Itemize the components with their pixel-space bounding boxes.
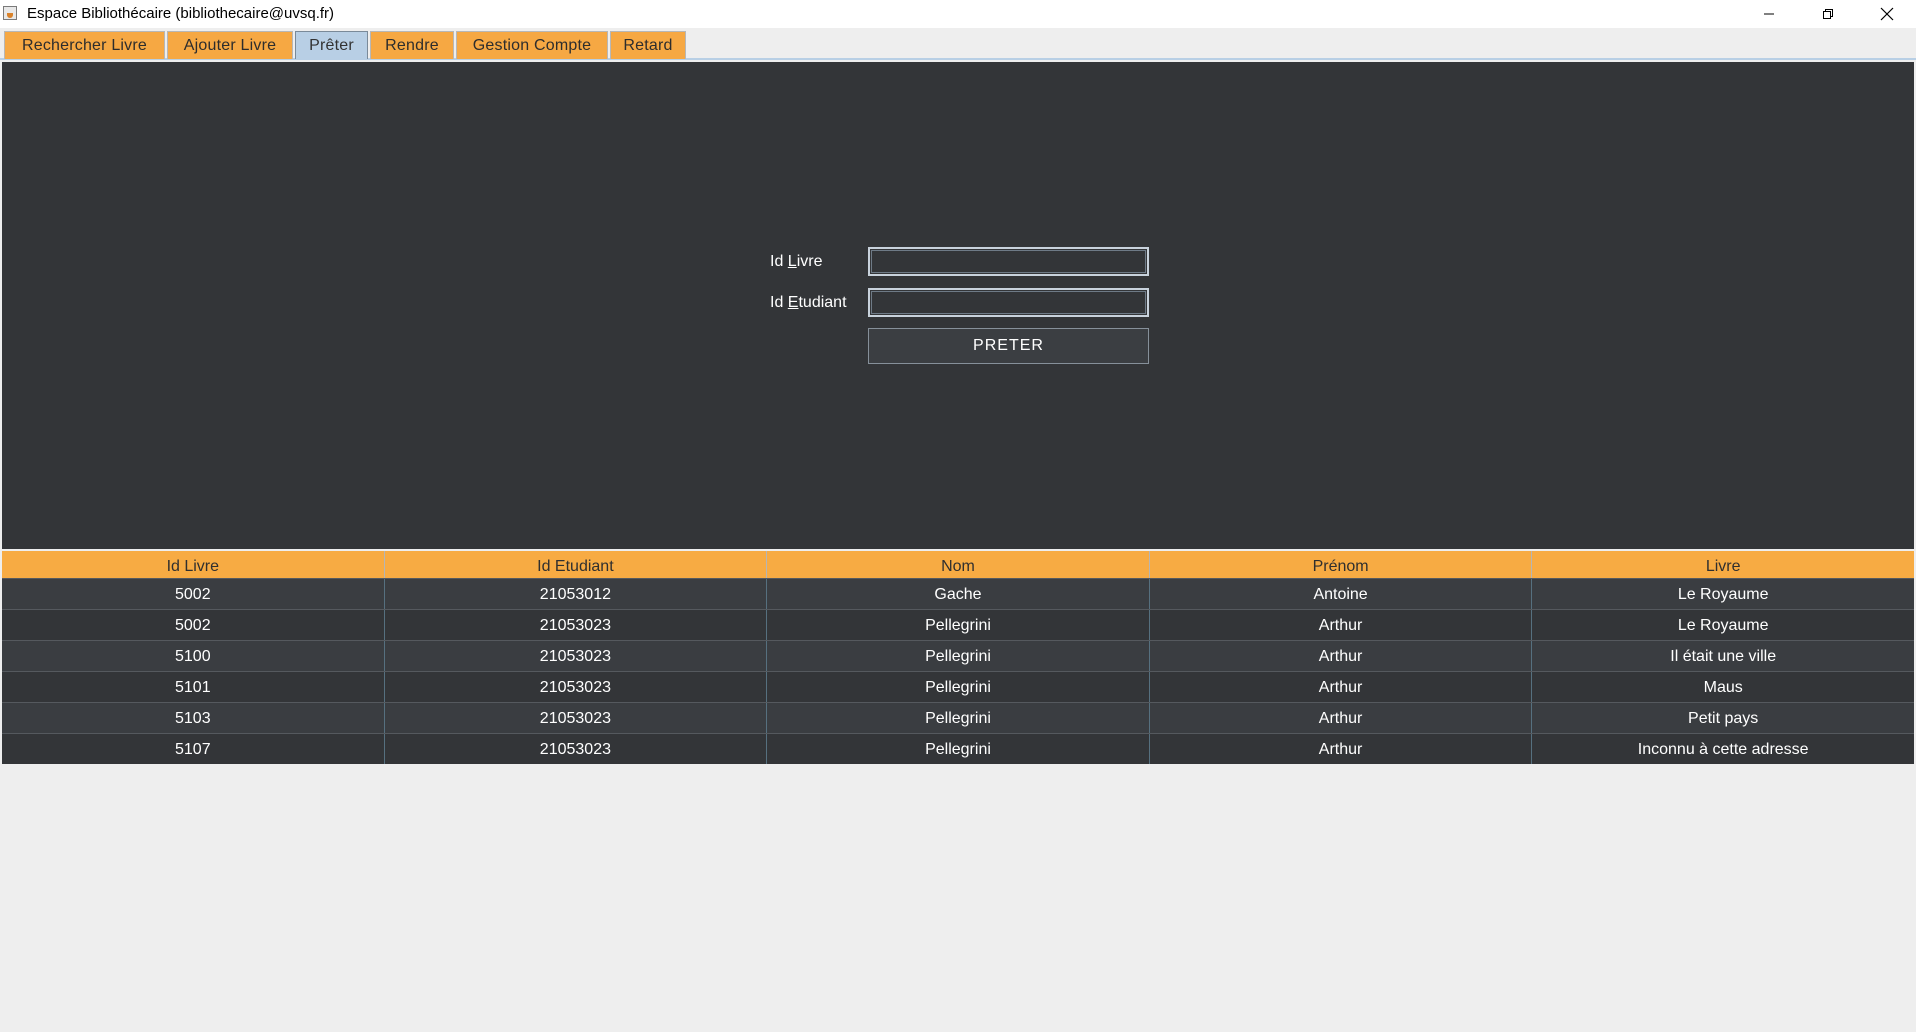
cell-livre: Le Royaume — [1677, 617, 1769, 634]
column-header-livre[interactable]: Livre — [1532, 551, 1914, 578]
cell-prenom: Arthur — [1150, 703, 1533, 733]
cell-livre: Le Royaume — [1677, 586, 1769, 603]
cell-id-livre: 5101 — [2, 672, 385, 702]
cell-id-etudiant: 21053023 — [385, 703, 768, 733]
restore-button[interactable] — [1799, 0, 1857, 28]
cell-prenom: Arthur — [1150, 641, 1533, 671]
table-header-row: Id Livre Id Etudiant Nom Prénom Livre — [2, 551, 1914, 578]
java-app-icon — [3, 6, 17, 20]
tab-strip: Rechercher Livre Ajouter Livre Prêter Re… — [0, 28, 1916, 60]
cell-id-livre: 5002 — [2, 579, 385, 609]
cell-nom: Pellegrini — [767, 672, 1150, 702]
tab-rechercher-livre[interactable]: Rechercher Livre — [4, 31, 165, 59]
cell-prenom: Arthur — [1150, 672, 1533, 702]
column-header-prenom[interactable]: Prénom — [1149, 551, 1533, 578]
column-header-id-livre[interactable]: Id Livre — [2, 551, 385, 578]
id-livre-input[interactable] — [868, 247, 1149, 276]
cell-livre: Il était une ville — [1670, 648, 1777, 665]
window-title: Espace Bibliothécaire (bibliothecaire@uv… — [27, 5, 335, 22]
cell-nom: Gache — [767, 579, 1150, 609]
tab-gestion-compte[interactable]: Gestion Compte — [456, 31, 608, 59]
table-row[interactable]: 5101 21053023 Pellegrini Arthur Maus — [2, 671, 1914, 702]
table-row[interactable]: 5107 21053023 Pellegrini Arthur Inconnu … — [2, 733, 1914, 764]
cell-id-livre: 5002 — [2, 610, 385, 640]
cell-livre: Inconnu à cette adresse — [1637, 741, 1809, 758]
cell-id-etudiant: 21053023 — [385, 734, 768, 764]
minimize-icon — [1764, 13, 1774, 15]
table-row[interactable]: 5002 21053012 Gache Antoine Le Royaume — [2, 578, 1914, 609]
cell-id-livre: 5103 — [2, 703, 385, 733]
title-bar: Espace Bibliothécaire (bibliothecaire@uv… — [0, 0, 1916, 28]
close-icon — [1880, 7, 1894, 21]
tab-ajouter-livre[interactable]: Ajouter Livre — [167, 31, 293, 59]
tab-rendre[interactable]: Rendre — [370, 31, 454, 59]
preter-button[interactable]: PRETER — [868, 328, 1149, 364]
id-etudiant-label: Id Etudiant — [770, 294, 847, 311]
loan-form-panel: Id Livre Id Etudiant PRETER — [2, 62, 1914, 549]
cell-livre: Maus — [1703, 679, 1743, 696]
table-row[interactable]: 5002 21053023 Pellegrini Arthur Le Royau… — [2, 609, 1914, 640]
tab-preter[interactable]: Prêter — [295, 31, 368, 59]
cell-prenom: Arthur — [1150, 734, 1533, 764]
cell-prenom: Antoine — [1150, 579, 1533, 609]
column-header-id-etudiant[interactable]: Id Etudiant — [384, 551, 768, 578]
table-row[interactable]: 5103 21053023 Pellegrini Arthur Petit pa… — [2, 702, 1914, 733]
cell-nom: Pellegrini — [767, 703, 1150, 733]
cell-nom: Pellegrini — [767, 610, 1150, 640]
minimize-button[interactable] — [1740, 0, 1798, 28]
cell-id-livre: 5100 — [2, 641, 385, 671]
id-etudiant-input[interactable] — [868, 288, 1149, 317]
cell-id-livre: 5107 — [2, 734, 385, 764]
id-livre-label: Id Livre — [770, 253, 823, 270]
cell-prenom: Arthur — [1150, 610, 1533, 640]
column-header-nom[interactable]: Nom — [767, 551, 1150, 578]
close-button[interactable] — [1858, 0, 1916, 28]
table-empty-area[interactable] — [2, 768, 1914, 1032]
cell-id-etudiant: 21053012 — [385, 579, 768, 609]
cell-id-etudiant: 21053023 — [385, 641, 768, 671]
cell-id-etudiant: 21053023 — [385, 610, 768, 640]
tab-retard[interactable]: Retard — [610, 31, 686, 59]
cell-livre: Petit pays — [1688, 710, 1759, 727]
cell-id-etudiant: 21053023 — [385, 672, 768, 702]
loans-table: Id Livre Id Etudiant Nom Prénom Livre 50… — [2, 551, 1914, 764]
table-row[interactable]: 5100 21053023 Pellegrini Arthur Il était… — [2, 640, 1914, 671]
cell-nom: Pellegrini — [767, 734, 1150, 764]
cell-nom: Pellegrini — [767, 641, 1150, 671]
restore-icon — [1823, 9, 1833, 19]
